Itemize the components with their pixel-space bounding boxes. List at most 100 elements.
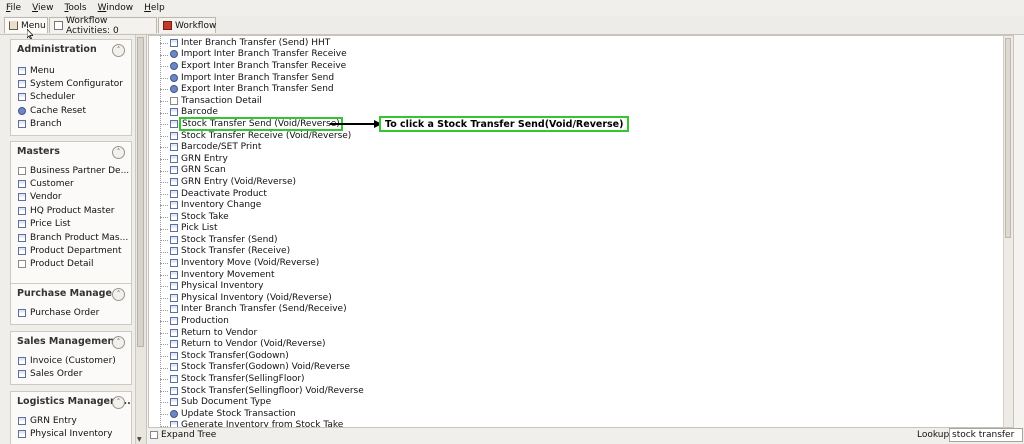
document-icon	[170, 154, 178, 163]
tree-item-label: Import Inter Branch Transfer Send	[181, 72, 335, 83]
sidebar-item-label: Menu	[30, 65, 55, 76]
tree-item-physical-inventory[interactable]: Physical Inventory	[160, 280, 364, 292]
collapse-up-icon[interactable]: ˄	[112, 336, 125, 349]
sidebar-item-business-partner[interactable]: Business Partner De...	[18, 164, 129, 177]
tree-item-stock-transfer-receive-void-reverse[interactable]: Stock Transfer Receive (Void/Reverse)	[160, 130, 364, 142]
sidebar-item-product-detail[interactable]: Product Detail	[18, 258, 129, 271]
sidebar-item-branch-product-master[interactable]: Branch Product Mas...	[18, 231, 129, 244]
tree-item-export-inter-branch-transfer-send[interactable]: Export Inter Branch Transfer Send	[160, 83, 364, 95]
tree-item-physical-inventory-void-reverse[interactable]: Physical Inventory (Void/Reverse)	[160, 292, 364, 304]
tree-item-label: Transaction Detail	[181, 95, 262, 106]
tree-item-stock-transfer-sellingfloor[interactable]: Stock Transfer(SellingFloor)	[160, 373, 364, 385]
tree-item-label: Sub Document Type	[181, 397, 272, 408]
tree-item-pick-list[interactable]: Pick List	[160, 223, 364, 235]
tree-item-inventory-movement[interactable]: Inventory Movement	[160, 269, 364, 281]
scrollbar-thumb[interactable]	[137, 37, 144, 347]
sidebar-item-price-list[interactable]: Price List	[18, 218, 129, 231]
expand-tree-checkbox[interactable]: Expand Tree	[150, 430, 216, 440]
tree-item-stock-transfer-godown-void-reverse[interactable]: Stock Transfer(Godown) Void/Reverse	[160, 362, 364, 374]
document-icon	[170, 224, 178, 233]
tree-item-generate-inventory-from-stock-take[interactable]: Generate Inventory from Stock Take	[160, 420, 364, 427]
tab-workflow[interactable]: Workflow	[158, 17, 216, 33]
menu-file[interactable]: File	[0, 0, 26, 16]
sidebar-item-invoice-customer[interactable]: Invoice (Customer)	[18, 354, 116, 367]
document-icon	[170, 235, 178, 244]
menu-window[interactable]: Window	[92, 0, 139, 16]
menu-view[interactable]: View	[26, 0, 58, 16]
menu-tools[interactable]: Tools	[58, 0, 91, 16]
tab-workflow-activities-label: Workflow Activities: 0	[66, 15, 119, 36]
sidebar-item-purchase-order[interactable]: Purchase Order	[18, 306, 99, 319]
lookup-input[interactable]	[949, 428, 1023, 442]
tree-item-stock-transfer-godown[interactable]: Stock Transfer(Godown)	[160, 350, 364, 362]
sidebar-item-label: Branch	[30, 119, 62, 130]
document-icon	[18, 66, 26, 75]
tree-item-return-to-vendor[interactable]: Return to Vendor	[160, 327, 364, 339]
sidebar-item-cache-reset[interactable]: Cache Reset	[18, 104, 123, 117]
tree-item-stock-transfer-sellingfloor-void-reverse[interactable]: Stock Transfer(Sellingfloor) Void/Revers…	[160, 385, 364, 397]
tree-item-return-to-vendor-void-reverse[interactable]: Return to Vendor (Void/Reverse)	[160, 338, 364, 350]
tree-item-sub-document-type[interactable]: Sub Document Type	[160, 396, 364, 408]
collapse-up-icon[interactable]: ˄	[112, 146, 125, 159]
tree-item-inter-branch-transfer-send-hht[interactable]: Inter Branch Transfer (Send) HHT	[160, 37, 364, 49]
tree-item-import-inter-branch-transfer-send[interactable]: Import Inter Branch Transfer Send	[160, 72, 364, 84]
tree-item-transaction-detail[interactable]: Transaction Detail	[160, 95, 364, 107]
document-icon	[18, 430, 26, 439]
collapse-up-icon[interactable]: ˄	[112, 44, 125, 57]
document-icon	[170, 189, 178, 198]
tree-item-label: Stock Transfer Receive (Void/Reverse)	[181, 130, 352, 141]
document-icon	[170, 259, 178, 268]
checkbox-icon[interactable]	[150, 431, 158, 439]
tree-item-deactivate-product[interactable]: Deactivate Product	[160, 188, 364, 200]
document-icon	[18, 93, 26, 102]
collapse-up-icon[interactable]: ˄	[112, 288, 125, 301]
menu-help[interactable]: Help	[138, 0, 170, 16]
tree-item-grn-entry[interactable]: GRN Entry	[160, 153, 364, 165]
tree-item-production[interactable]: Production	[160, 315, 364, 327]
tab-workflow-activities[interactable]: Workflow Activities: 0	[49, 15, 157, 36]
window-icon	[18, 166, 26, 175]
sidebar-item-hq-product-master[interactable]: HQ Product Master	[18, 204, 129, 217]
tree-item-inventory-change[interactable]: Inventory Change	[160, 199, 364, 211]
tree-item-stock-take[interactable]: Stock Take	[160, 211, 364, 223]
tree-item-grn-scan[interactable]: GRN Scan	[160, 165, 364, 177]
collapse-up-icon[interactable]: ˄	[112, 396, 125, 409]
left-panel-scrollbar[interactable]: ▼	[135, 35, 146, 444]
section-title: Purchase Manage...	[17, 288, 123, 299]
sidebar-item-physical-inventory[interactable]: Physical Inventory	[18, 427, 112, 440]
tree-item-inter-branch-transfer-send-receive[interactable]: Inter Branch Transfer (Send/Receive)	[160, 304, 364, 316]
tab-menu[interactable]: Menu	[4, 17, 48, 33]
sidebar-item-branch[interactable]: Branch	[18, 118, 123, 131]
scrollbar-thumb[interactable]	[1005, 38, 1011, 238]
tree-item-import-inter-branch-transfer-receive[interactable]: Import Inter Branch Transfer Receive	[160, 49, 364, 61]
sidebar-item-label: Sales Order	[30, 369, 83, 380]
tree-item-update-stock-transaction[interactable]: Update Stock Transaction	[160, 408, 364, 420]
sidebar-item-product-department[interactable]: Product Department	[18, 244, 129, 257]
tree-item-barcode-set-print[interactable]: Barcode/SET Print	[160, 141, 364, 153]
section-purchase-management: Purchase Manage... ˄ Purchase Order	[10, 283, 132, 325]
scroll-down-icon[interactable]: ▼	[137, 436, 142, 443]
sidebar-item-sales-order[interactable]: Sales Order	[18, 367, 116, 380]
sidebar-item-customer[interactable]: Customer	[18, 177, 129, 190]
tree-item-export-inter-branch-transfer-receive[interactable]: Export Inter Branch Transfer Receive	[160, 60, 364, 72]
tree-item-label: GRN Entry	[181, 153, 228, 164]
sidebar-item-vendor[interactable]: Vendor	[18, 191, 129, 204]
tree-item-inventory-move-void-reverse[interactable]: Inventory Move (Void/Reverse)	[160, 257, 364, 269]
tree-item-stock-transfer-receive[interactable]: Stock Transfer (Receive)	[160, 246, 364, 258]
tree-item-stock-transfer-send[interactable]: Stock Transfer (Send)	[160, 234, 364, 246]
tree-connector-line	[160, 36, 161, 427]
sidebar-item-scheduler[interactable]: Scheduler	[18, 91, 123, 104]
tree-item-grn-entry-void-reverse[interactable]: GRN Entry (Void/Reverse)	[160, 176, 364, 188]
tree-item-barcode[interactable]: Barcode	[160, 107, 364, 119]
sidebar-item-grn-entry[interactable]: GRN Entry	[18, 414, 112, 427]
tree-item-label: Stock Transfer(Sellingfloor) Void/Revers…	[181, 385, 364, 396]
sidebar-item-menu[interactable]: Menu	[18, 64, 123, 77]
section-title: Sales Management	[17, 336, 119, 347]
tree-scrollbar[interactable]	[1003, 36, 1013, 427]
document-icon	[170, 398, 178, 407]
sidebar-item-label: Price List	[30, 219, 71, 230]
document-icon	[18, 193, 26, 202]
home-icon	[9, 21, 18, 30]
section-logistics-management: Logistics Managem... ˄ GRN Entry Physica…	[10, 391, 132, 444]
sidebar-item-system-configurator[interactable]: System Configurator	[18, 77, 123, 90]
